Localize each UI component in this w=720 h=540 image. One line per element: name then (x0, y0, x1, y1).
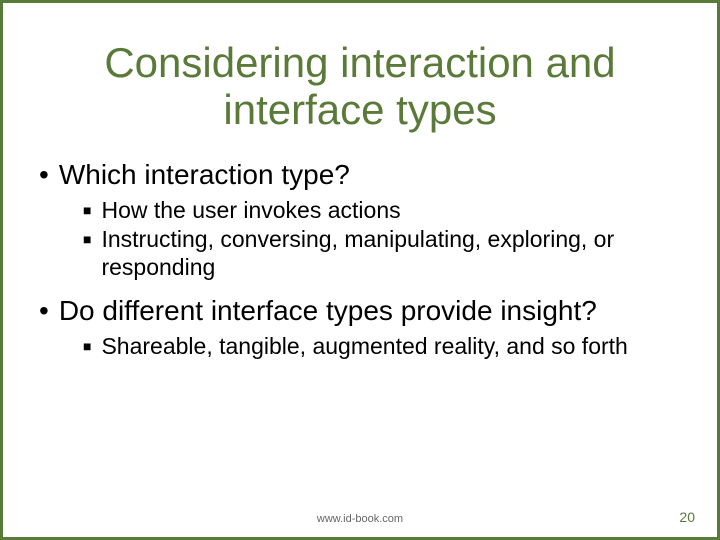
list-item-text: Do different interface types provide ins… (59, 295, 597, 327)
list-item-text: Shareable, tangible, augmented reality, … (101, 333, 627, 360)
list-item: • Which interaction type? (39, 159, 681, 191)
list-item: • Do different interface types provide i… (39, 295, 681, 327)
list-item: ■ Instructing, conversing, manipulating,… (83, 226, 681, 280)
square-bullet-icon: ■ (83, 333, 91, 359)
sub-list: ■ How the user invokes actions ■ Instruc… (83, 197, 681, 280)
list-item-text: Instructing, conversing, manipulating, e… (101, 226, 681, 280)
list-item-text: Which interaction type? (59, 159, 350, 191)
list-item-text: How the user invokes actions (101, 197, 400, 224)
list-item: ■ Shareable, tangible, augmented reality… (83, 333, 681, 360)
bullet-list: • Which interaction type? ■ How the user… (39, 159, 681, 360)
list-item: ■ How the user invokes actions (83, 197, 681, 224)
page-number: 20 (679, 509, 695, 525)
bullet-icon: • (39, 159, 49, 191)
sub-list: ■ Shareable, tangible, augmented reality… (83, 333, 681, 360)
bullet-icon: • (39, 295, 49, 327)
slide-title: Considering interaction and interface ty… (39, 39, 681, 133)
slide: Considering interaction and interface ty… (0, 0, 720, 540)
square-bullet-icon: ■ (83, 197, 91, 223)
footer-url: www.id-book.com (3, 513, 717, 525)
square-bullet-icon: ■ (83, 226, 91, 252)
